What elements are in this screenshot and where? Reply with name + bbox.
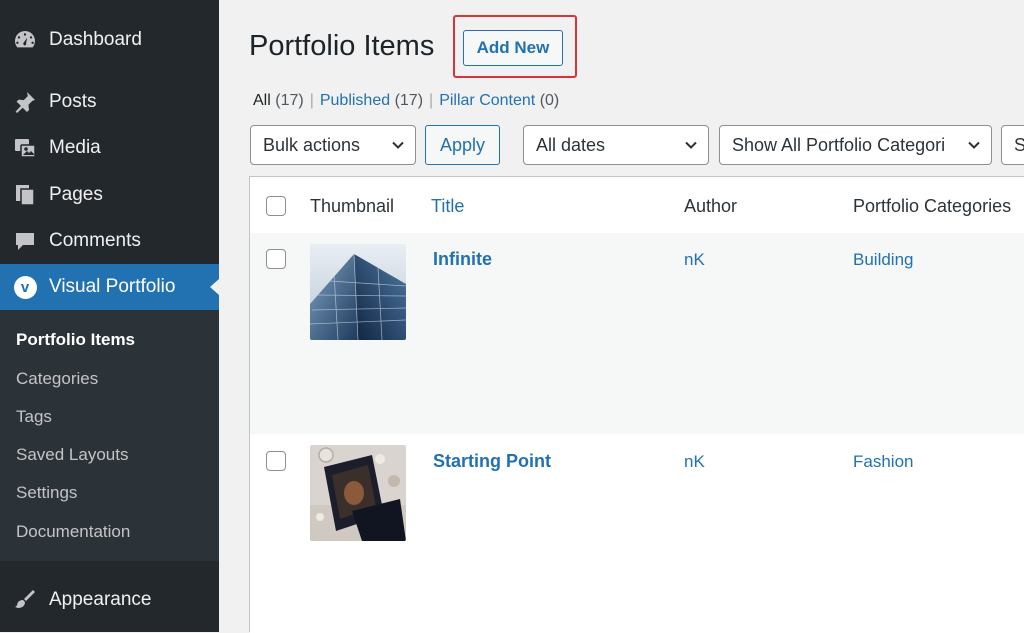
add-new-button[interactable]: Add New	[463, 30, 563, 66]
select-all-checkbox[interactable]	[266, 196, 286, 216]
category-link[interactable]: Building	[853, 250, 914, 270]
menu-label: Comments	[49, 230, 141, 251]
table-row: Starting Point nK Fashion	[250, 434, 1024, 633]
menu-label: Pages	[49, 184, 103, 205]
category-link[interactable]: Fashion	[853, 452, 913, 472]
chevron-down-icon	[392, 141, 404, 149]
filter-separator: |	[309, 92, 314, 109]
table-row: Infinite nK Building	[250, 233, 1024, 434]
post-title-link[interactable]: Infinite	[433, 249, 492, 270]
comment-icon	[12, 228, 38, 254]
visual-portfolio-submenu: Portfolio Items Categories Tags Saved La…	[0, 310, 219, 561]
author-link[interactable]: nK	[684, 250, 705, 270]
column-author: Author	[684, 196, 738, 216]
status-filter-links: All (17) | Published (17) | Pillar Content (…	[253, 92, 559, 110]
menu-label: Appearance	[49, 589, 152, 610]
dates-filter-select[interactable]: All dates	[523, 125, 709, 165]
post-title-link[interactable]: Starting Point	[433, 451, 551, 472]
filter-all[interactable]: All (17)	[253, 92, 304, 109]
portfolio-category-select[interactable]: Show All Portfolio Categori	[719, 125, 992, 165]
menu-item-posts[interactable]: Posts	[0, 79, 219, 125]
filter-published[interactable]: Published (17)	[320, 92, 423, 109]
row-checkbox[interactable]	[266, 451, 286, 471]
menu-label: Media	[49, 137, 101, 158]
filter-pillar-content[interactable]: Pillar Content (0)	[439, 92, 559, 109]
menu-item-media[interactable]: Media	[0, 125, 219, 171]
apply-button[interactable]: Apply	[425, 125, 500, 165]
select-value: Bulk actions	[263, 134, 361, 155]
menu-item-pages[interactable]: Pages	[0, 172, 219, 218]
admin-sidebar: Dashboard Posts Media Pages Comments v V…	[0, 0, 219, 632]
column-title-sort[interactable]: Title	[431, 196, 464, 217]
filter-separator: |	[429, 92, 434, 109]
menu-item-appearance[interactable]: Appearance	[0, 577, 219, 623]
bulk-actions-select[interactable]: Bulk actions	[250, 125, 416, 165]
page-title: Portfolio Items	[249, 30, 435, 62]
submenu-categories[interactable]: Categories	[16, 369, 98, 389]
chevron-down-icon	[685, 141, 697, 149]
chevron-down-icon	[967, 138, 981, 152]
menu-label: Visual Portfolio	[49, 276, 176, 297]
media-icon	[12, 135, 38, 161]
extra-filter-select[interactable]: S	[1001, 125, 1024, 165]
select-value: Show All Portfolio Categori	[732, 134, 946, 155]
column-thumbnail: Thumbnail	[310, 196, 395, 216]
author-link[interactable]: nK	[684, 452, 705, 472]
fashion-thumbnail[interactable]	[310, 445, 406, 541]
submenu-saved-layouts[interactable]: Saved Layouts	[16, 445, 128, 465]
submenu-tags[interactable]: Tags	[16, 407, 52, 427]
portfolio-items-table: Thumbnail Title Author Portfolio Categor…	[249, 176, 1024, 633]
submenu-portfolio-items[interactable]: Portfolio Items	[16, 330, 135, 350]
row-checkbox[interactable]	[266, 249, 286, 269]
paintbrush-icon	[12, 587, 38, 613]
submenu-documentation[interactable]: Documentation	[16, 522, 130, 542]
dashboard-icon	[12, 27, 38, 53]
visual-portfolio-icon: v	[12, 274, 38, 300]
submenu-settings[interactable]: Settings	[16, 483, 77, 503]
menu-item-comments[interactable]: Comments	[0, 218, 219, 264]
building-thumbnail[interactable]	[310, 244, 406, 340]
menu-item-dashboard[interactable]: Dashboard	[0, 17, 219, 63]
menu-label: Posts	[49, 91, 97, 112]
column-portfolio-categories: Portfolio Categories	[853, 196, 1012, 216]
menu-label: Dashboard	[49, 29, 142, 50]
pushpin-icon	[12, 89, 38, 115]
select-value: All dates	[536, 134, 606, 155]
table-header: Thumbnail Title Author Portfolio Categor…	[250, 177, 1024, 234]
menu-item-visual-portfolio[interactable]: v Visual Portfolio	[0, 264, 219, 310]
select-value: S	[1014, 135, 1024, 156]
pages-icon	[12, 182, 38, 208]
